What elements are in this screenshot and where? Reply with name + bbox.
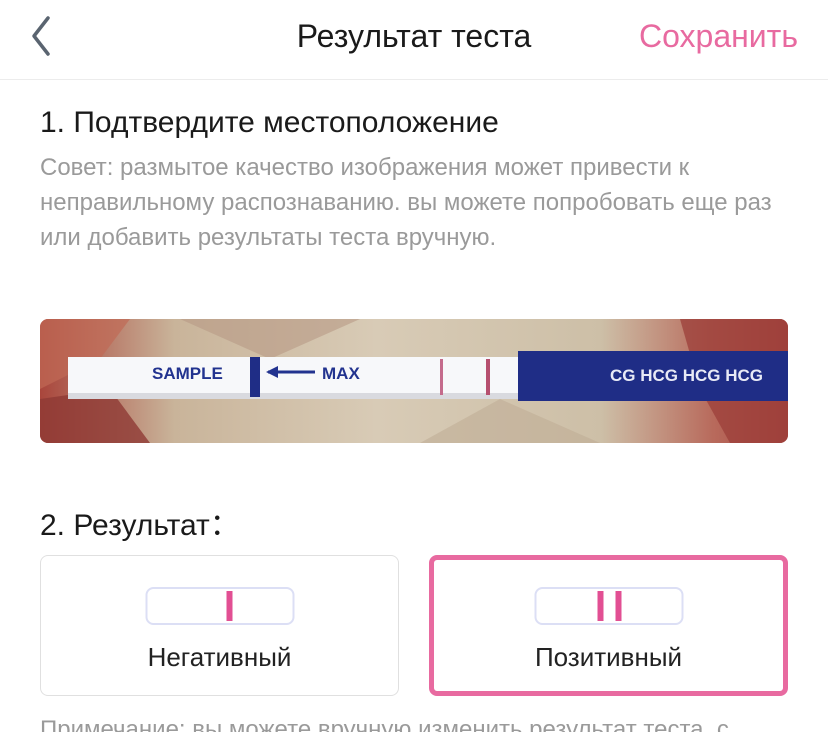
test-strip-image: SAMPLE MAX CG HCG HCG HCG — [40, 319, 788, 443]
control-line — [226, 591, 232, 621]
note-text: Примечание: вы можете вручную изменить р… — [40, 716, 729, 732]
positive-option[interactable]: Позитивный — [429, 555, 788, 696]
confirm-location-heading: 1. Подтвердите местоположение — [40, 106, 499, 139]
negative-strip-icon — [145, 587, 294, 625]
sample-text: SAMPLE — [152, 364, 223, 383]
max-text: MAX — [322, 364, 360, 383]
negative-label: Негативный — [147, 642, 292, 672]
negative-option[interactable]: Негативный — [40, 555, 399, 696]
save-button[interactable]: Сохранить — [639, 18, 798, 55]
brand-text: CG HCG HCG HCG — [610, 366, 763, 385]
nav-bar: Результат теста Сохранить — [0, 0, 828, 80]
chevron-left-icon — [32, 16, 50, 56]
positive-strip-icon — [534, 587, 683, 625]
tip-text: Совет: размытое качество изображения мож… — [40, 154, 772, 251]
back-button[interactable] — [26, 14, 66, 58]
positive-label: Позитивный — [534, 642, 683, 672]
test-strip-photo[interactable]: SAMPLE MAX CG HCG HCG HCG — [40, 319, 788, 443]
control-line — [615, 591, 621, 621]
test-line — [597, 591, 603, 621]
result-heading: 2. Результат： — [40, 509, 240, 542]
